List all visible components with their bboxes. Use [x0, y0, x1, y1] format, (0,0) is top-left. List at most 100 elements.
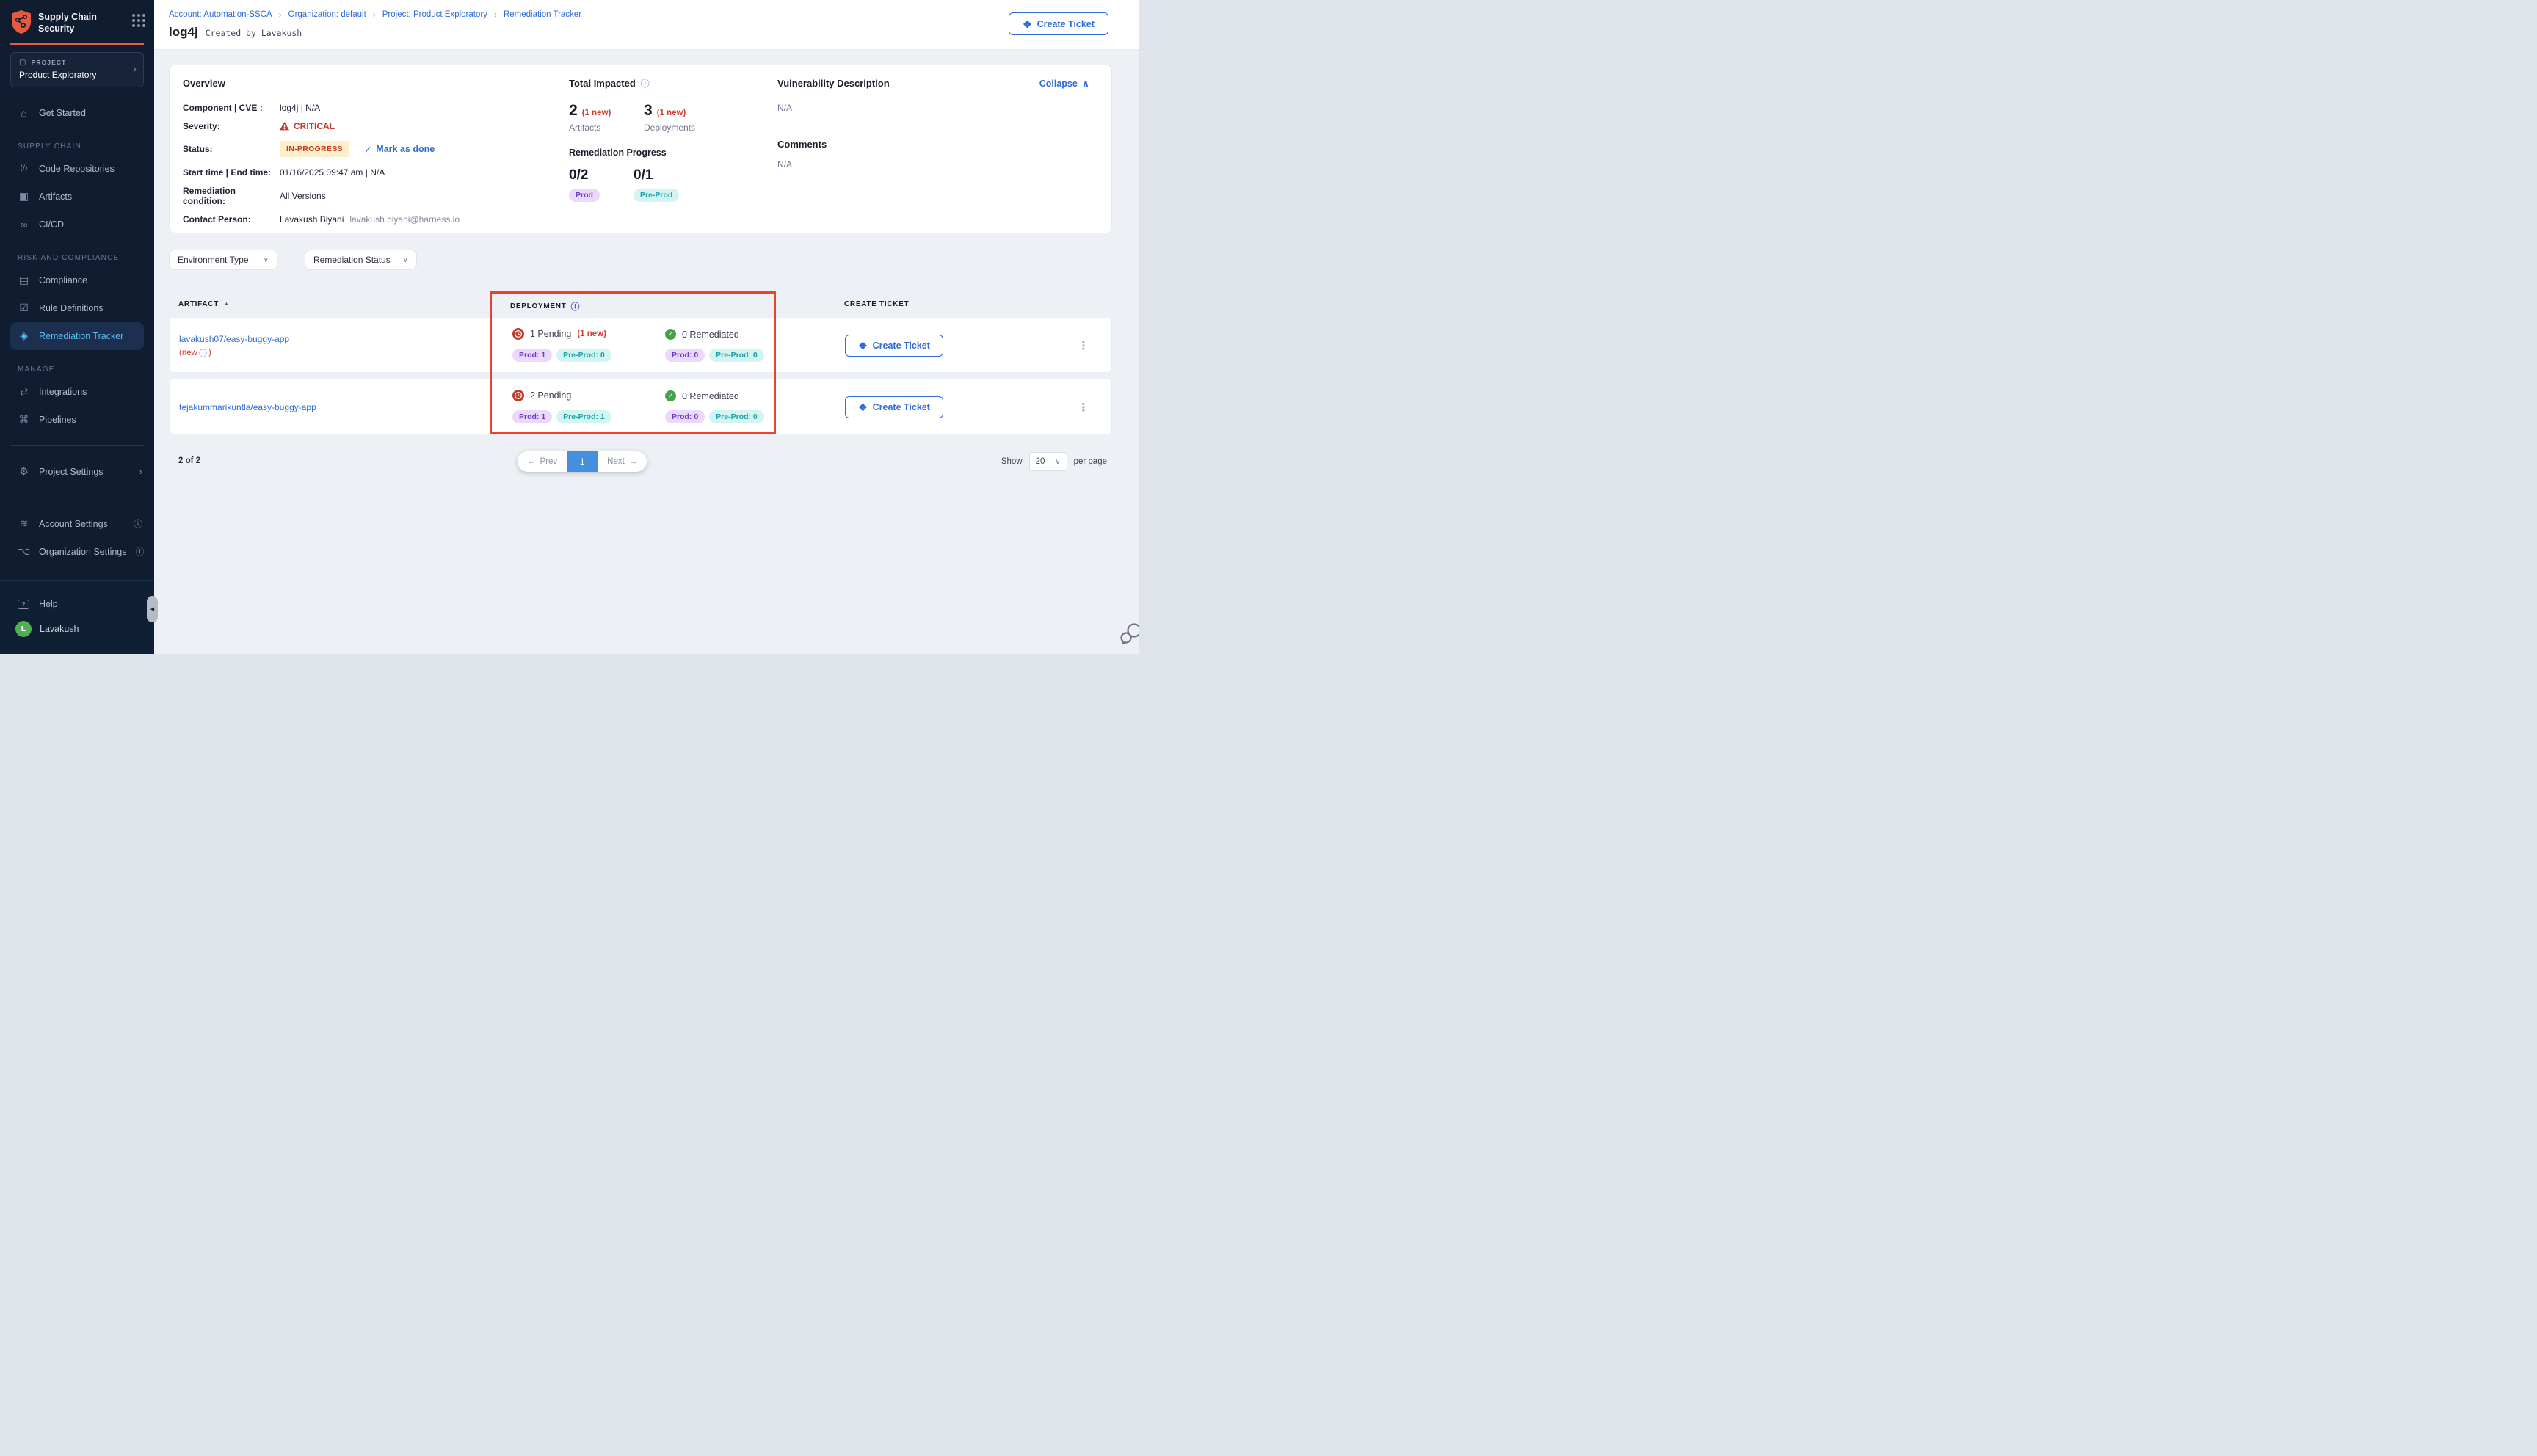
- create-ticket-button[interactable]: ❖ Create Ticket: [845, 396, 943, 418]
- sidebar-item-cicd[interactable]: ∞ CI/CD: [0, 211, 154, 239]
- page-number-button[interactable]: 1: [567, 451, 598, 472]
- pending-clock-icon: [512, 390, 524, 401]
- breadcrumb-organization[interactable]: Organization: default: [288, 10, 366, 19]
- artifact-link[interactable]: tejakummarikuntla/easy-buggy-app: [179, 402, 316, 412]
- chevron-right-icon: ›: [133, 62, 137, 74]
- ticket-diamond-icon: ❖: [858, 341, 868, 351]
- pagination-controls: ← Prev 1 Next →: [518, 451, 647, 472]
- row-menu-kebab-icon[interactable]: ⋮: [1076, 396, 1091, 419]
- preprod-progress-stat: 0/1 Pre-Prod: [634, 167, 698, 202]
- sort-ascending-icon: ▲: [224, 302, 230, 307]
- app-logo[interactable]: Supply Chain Security: [0, 0, 154, 35]
- chevron-up-icon: ∧: [1082, 78, 1089, 89]
- collapse-arrow-icon: ◀: [150, 606, 154, 612]
- contact-email: lavakush.biyani@harness.io: [349, 214, 460, 225]
- overview-heading: Overview: [183, 78, 526, 89]
- info-icon[interactable]: ⓘ: [134, 517, 142, 530]
- condition-value: All Versions: [280, 191, 326, 201]
- impacted-deployments-stat: 3 (1 new) Deployments: [644, 102, 719, 133]
- preprod-badge: Pre-Prod: 0: [709, 349, 764, 362]
- sidebar-item-organization-settings[interactable]: ⌥ Organization Settings ⓘ: [0, 538, 154, 566]
- app-root: Supply Chain Security ▢ PROJECT Product …: [0, 0, 1139, 654]
- prod-badge: Prod: 1: [512, 410, 552, 423]
- sidebar-section-risk-compliance: RISK AND COMPLIANCE: [0, 246, 154, 266]
- artifact-column-header[interactable]: ARTIFACT ▲: [178, 300, 230, 308]
- sidebar-item-label: Project Settings: [39, 467, 104, 477]
- remediation-progress-heading: Remediation Progress: [569, 148, 755, 158]
- remediation-status-filter[interactable]: Remediation Status ∨: [305, 250, 417, 270]
- impacted-artifacts-stat: 2 (1 new) Artifacts: [569, 102, 644, 133]
- sidebar-item-compliance[interactable]: ▤ Compliance: [0, 266, 154, 294]
- info-icon[interactable]: ⓘ: [136, 545, 145, 558]
- sidebar-item-integrations[interactable]: ⇄ Integrations: [0, 378, 154, 406]
- info-icon[interactable]: ⓘ: [641, 77, 650, 90]
- chat-bubbles-icon: [1119, 622, 1139, 647]
- sidebar-item-account-settings[interactable]: ≋ Account Settings ⓘ: [0, 510, 154, 538]
- breadcrumb-remediation-tracker[interactable]: Remediation Tracker: [504, 10, 581, 19]
- contact-value: Lavakush Biyani: [280, 214, 344, 225]
- sidebar-item-remediation-tracker[interactable]: ◈ Remediation Tracker: [10, 322, 144, 350]
- logo-title-line1: Supply Chain: [38, 11, 126, 23]
- sidebar-item-pipelines[interactable]: ⌘ Pipelines: [0, 406, 154, 434]
- environment-type-filter[interactable]: Environment Type ∨: [169, 250, 277, 270]
- description-column: Vulnerability Description Collapse ∧ N/A…: [755, 65, 1111, 233]
- mark-as-done-button[interactable]: ✓ Mark as done: [364, 144, 435, 155]
- created-by-label: Created by Lavakush: [206, 28, 302, 38]
- sidebar-item-rule-definitions[interactable]: ☑ Rule Definitions: [0, 294, 154, 322]
- arrow-right-icon: →: [629, 457, 638, 466]
- breadcrumb-account[interactable]: Account: Automation-SSCA: [169, 10, 272, 19]
- home-icon: ⌂: [18, 107, 30, 119]
- deployment-column-header: DEPLOYMENT ⓘ: [510, 300, 580, 313]
- artifact-link[interactable]: lavakush07/easy-buggy-app: [179, 334, 289, 344]
- remediated-check-icon: ✓: [665, 329, 676, 340]
- module-grid-icon[interactable]: [132, 14, 145, 27]
- sidebar-nav: ⌂ Get Started SUPPLY CHAIN ⟨/⟩ Code Repo…: [0, 99, 154, 566]
- comments-heading: Comments: [777, 139, 1089, 150]
- ticket-diamond-icon: ❖: [858, 402, 868, 412]
- artifacts-box-icon: ▣: [18, 190, 30, 203]
- prod-badge: Prod: [569, 189, 600, 202]
- sidebar-divider: [10, 445, 144, 446]
- project-selector[interactable]: ▢ PROJECT Product Exploratory ›: [10, 52, 144, 87]
- total-impacted-heading: Total Impacted: [569, 78, 636, 89]
- deployments-stat-label: Deployments: [644, 123, 719, 133]
- prev-page-button[interactable]: ← Prev: [518, 451, 567, 472]
- check-icon: ✓: [364, 144, 371, 155]
- sidebar-item-label: CI/CD: [39, 219, 64, 230]
- severity-value: CRITICAL: [294, 121, 335, 131]
- next-page-button[interactable]: Next →: [598, 451, 647, 472]
- sidebar-item-artifacts[interactable]: ▣ Artifacts: [0, 183, 154, 211]
- support-chat-button[interactable]: [1119, 622, 1139, 650]
- info-icon[interactable]: ⓘ: [199, 347, 207, 359]
- collapse-button[interactable]: Collapse ∧: [1039, 78, 1089, 89]
- breadcrumb: Account: Automation-SSCA › Organization:…: [169, 10, 581, 20]
- arrow-left-icon: ←: [527, 457, 536, 466]
- page-size-select[interactable]: 20 ∨: [1029, 452, 1067, 471]
- create-ticket-column-header: CREATE TICKET: [844, 300, 909, 308]
- vulnerability-description-value: N/A: [777, 103, 1089, 113]
- create-ticket-button[interactable]: ❖ Create Ticket: [845, 335, 943, 357]
- user-menu[interactable]: L Lavakush: [0, 616, 154, 641]
- help-chat-icon: ?: [18, 600, 29, 609]
- code-repository-icon: ⟨/⟩: [18, 164, 30, 172]
- help-button[interactable]: ? Help: [0, 592, 154, 616]
- sidebar-item-get-started[interactable]: ⌂ Get Started: [0, 99, 154, 127]
- info-icon[interactable]: ⓘ: [570, 300, 580, 313]
- main-content: Overview Component | CVE : log4j | N/A S…: [154, 50, 1139, 654]
- prod-badge: Prod: 0: [665, 349, 705, 362]
- artifacts-new-count: (1 new): [582, 109, 611, 117]
- table-row: tejakummarikuntla/easy-buggy-app 2 Pendi…: [169, 379, 1112, 434]
- sidebar-item-code-repositories[interactable]: ⟨/⟩ Code Repositories: [0, 155, 154, 183]
- row-menu-kebab-icon[interactable]: ⋮: [1076, 334, 1091, 357]
- pending-clock-icon: [512, 328, 524, 340]
- create-ticket-button[interactable]: ❖ Create Ticket: [1009, 12, 1108, 35]
- breadcrumb-project[interactable]: Project: Product Exploratory: [382, 10, 487, 19]
- per-page-label: per page: [1074, 457, 1107, 466]
- sidebar-item-project-settings[interactable]: ⚙ Project Settings ›: [0, 458, 154, 486]
- sidebar-item-label: Rule Definitions: [39, 303, 104, 313]
- sidebar-collapse-handle[interactable]: ◀: [147, 596, 158, 622]
- compliance-doc-icon: ▤: [18, 274, 30, 286]
- preprod-badge: Pre-Prod: 0: [556, 349, 611, 362]
- preprod-badge: Pre-Prod: [634, 189, 679, 202]
- pipelines-icon: ⌘: [18, 413, 30, 426]
